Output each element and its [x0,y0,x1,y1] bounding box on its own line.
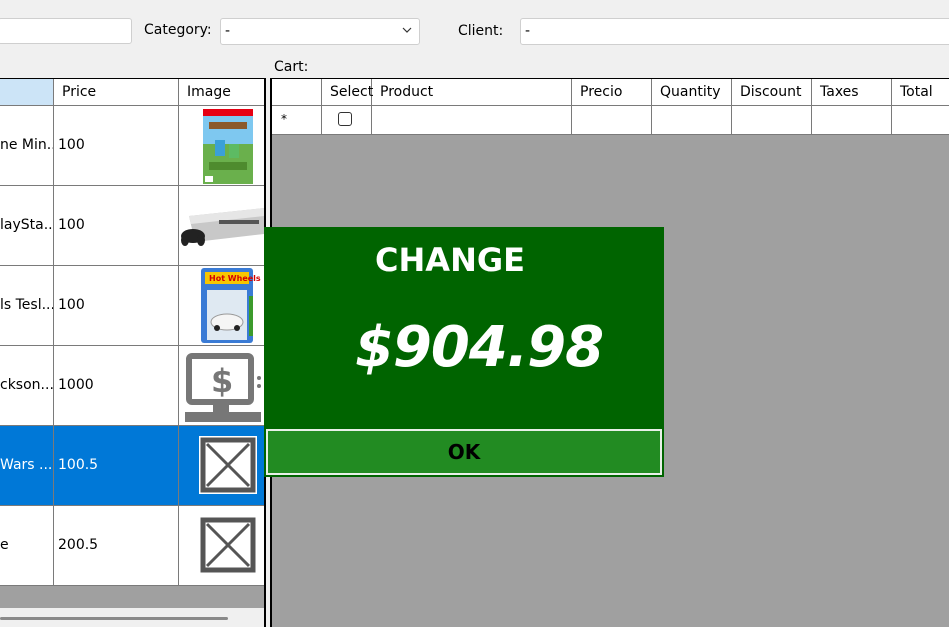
column-header-product[interactable]: Product [372,79,572,105]
products-grid[interactable]: Price Image ne Min... 100 laySta... 100 [0,78,266,627]
product-name-cell: ne Min... [0,106,54,185]
select-cell [322,106,372,134]
column-header-discount[interactable]: Discount [732,79,812,105]
discount-cell[interactable] [732,106,812,134]
column-header-select[interactable]: Select [322,79,373,105]
table-row[interactable]: * [272,106,949,135]
product-name-cell: ckson... [0,346,54,425]
new-row-marker: * [281,112,287,126]
table-row[interactable]: ckson... 1000 $ [0,346,264,426]
column-header-precio[interactable]: Precio [572,79,652,105]
row-header-corner [272,79,322,105]
column-header-image[interactable]: Image [179,79,264,105]
column-header-quantity[interactable]: Quantity [652,79,732,105]
product-price-cell: 100.5 [54,426,179,505]
product-price-cell: 200.5 [54,506,179,585]
product-cell[interactable] [372,106,572,134]
cart-label: Cart: [274,59,309,75]
column-header-price[interactable]: Price [54,79,179,105]
minecraft-box-art-image [179,106,264,185]
svg-text:$: $ [211,362,233,400]
taxes-cell[interactable] [812,106,892,134]
missing-image-icon [179,426,264,505]
change-title: CHANGE [375,241,525,279]
table-row[interactable]: ls Tesl... 100 Hot Wheels [0,266,264,346]
hot-wheels-tesla-toy-image: Hot Wheels [179,266,264,345]
category-select-value: - [225,23,231,39]
column-header-total[interactable]: Total [892,79,949,105]
select-checkbox[interactable] [338,112,352,126]
products-grid-header: Price Image [0,79,264,106]
client-input-value: - [525,23,531,39]
product-price-cell: 100 [54,106,179,185]
product-name-cell: e [0,506,54,585]
table-row[interactable]: ne Min... 100 [0,106,264,186]
cart-grid-header: Select Product Precio Quantity Discount … [272,79,949,106]
client-input[interactable]: - [520,18,949,45]
monitor-dollar-icon: $ [179,346,264,425]
product-name-cell: Wars ... [0,426,54,505]
svg-text:Hot Wheels: Hot Wheels [209,274,261,283]
total-cell[interactable] [892,106,949,134]
client-label: Client: [458,23,504,39]
product-price-cell: 100 [54,186,179,265]
playstation-console-image [179,186,264,265]
product-name-cell: laySta... [0,186,54,265]
product-price-cell: 100 [54,266,179,345]
table-row[interactable]: e 200.5 [0,506,264,586]
change-amount: $904.98 [354,315,604,380]
precio-cell[interactable] [572,106,652,134]
change-dialog: CHANGE $904.98 OK [264,227,664,477]
table-row[interactable]: Wars ... 100.5 [0,426,264,506]
quantity-cell[interactable] [652,106,732,134]
product-price-cell: 1000 [54,346,179,425]
scrollbar-thumb[interactable] [0,617,228,620]
category-select[interactable]: - [220,18,420,45]
column-header-taxes[interactable]: Taxes [812,79,892,105]
table-row[interactable]: laySta... 100 [0,186,264,266]
product-name-cell: ls Tesl... [0,266,54,345]
column-header-name[interactable] [0,79,54,105]
products-horizontal-scrollbar[interactable] [0,608,264,627]
category-label: Category: [144,22,212,38]
search-input[interactable] [0,18,132,44]
new-row-marker-cell: * [272,106,322,134]
missing-image-icon [179,506,264,585]
ok-button[interactable]: OK [266,429,662,475]
chevron-down-icon [402,27,412,33]
